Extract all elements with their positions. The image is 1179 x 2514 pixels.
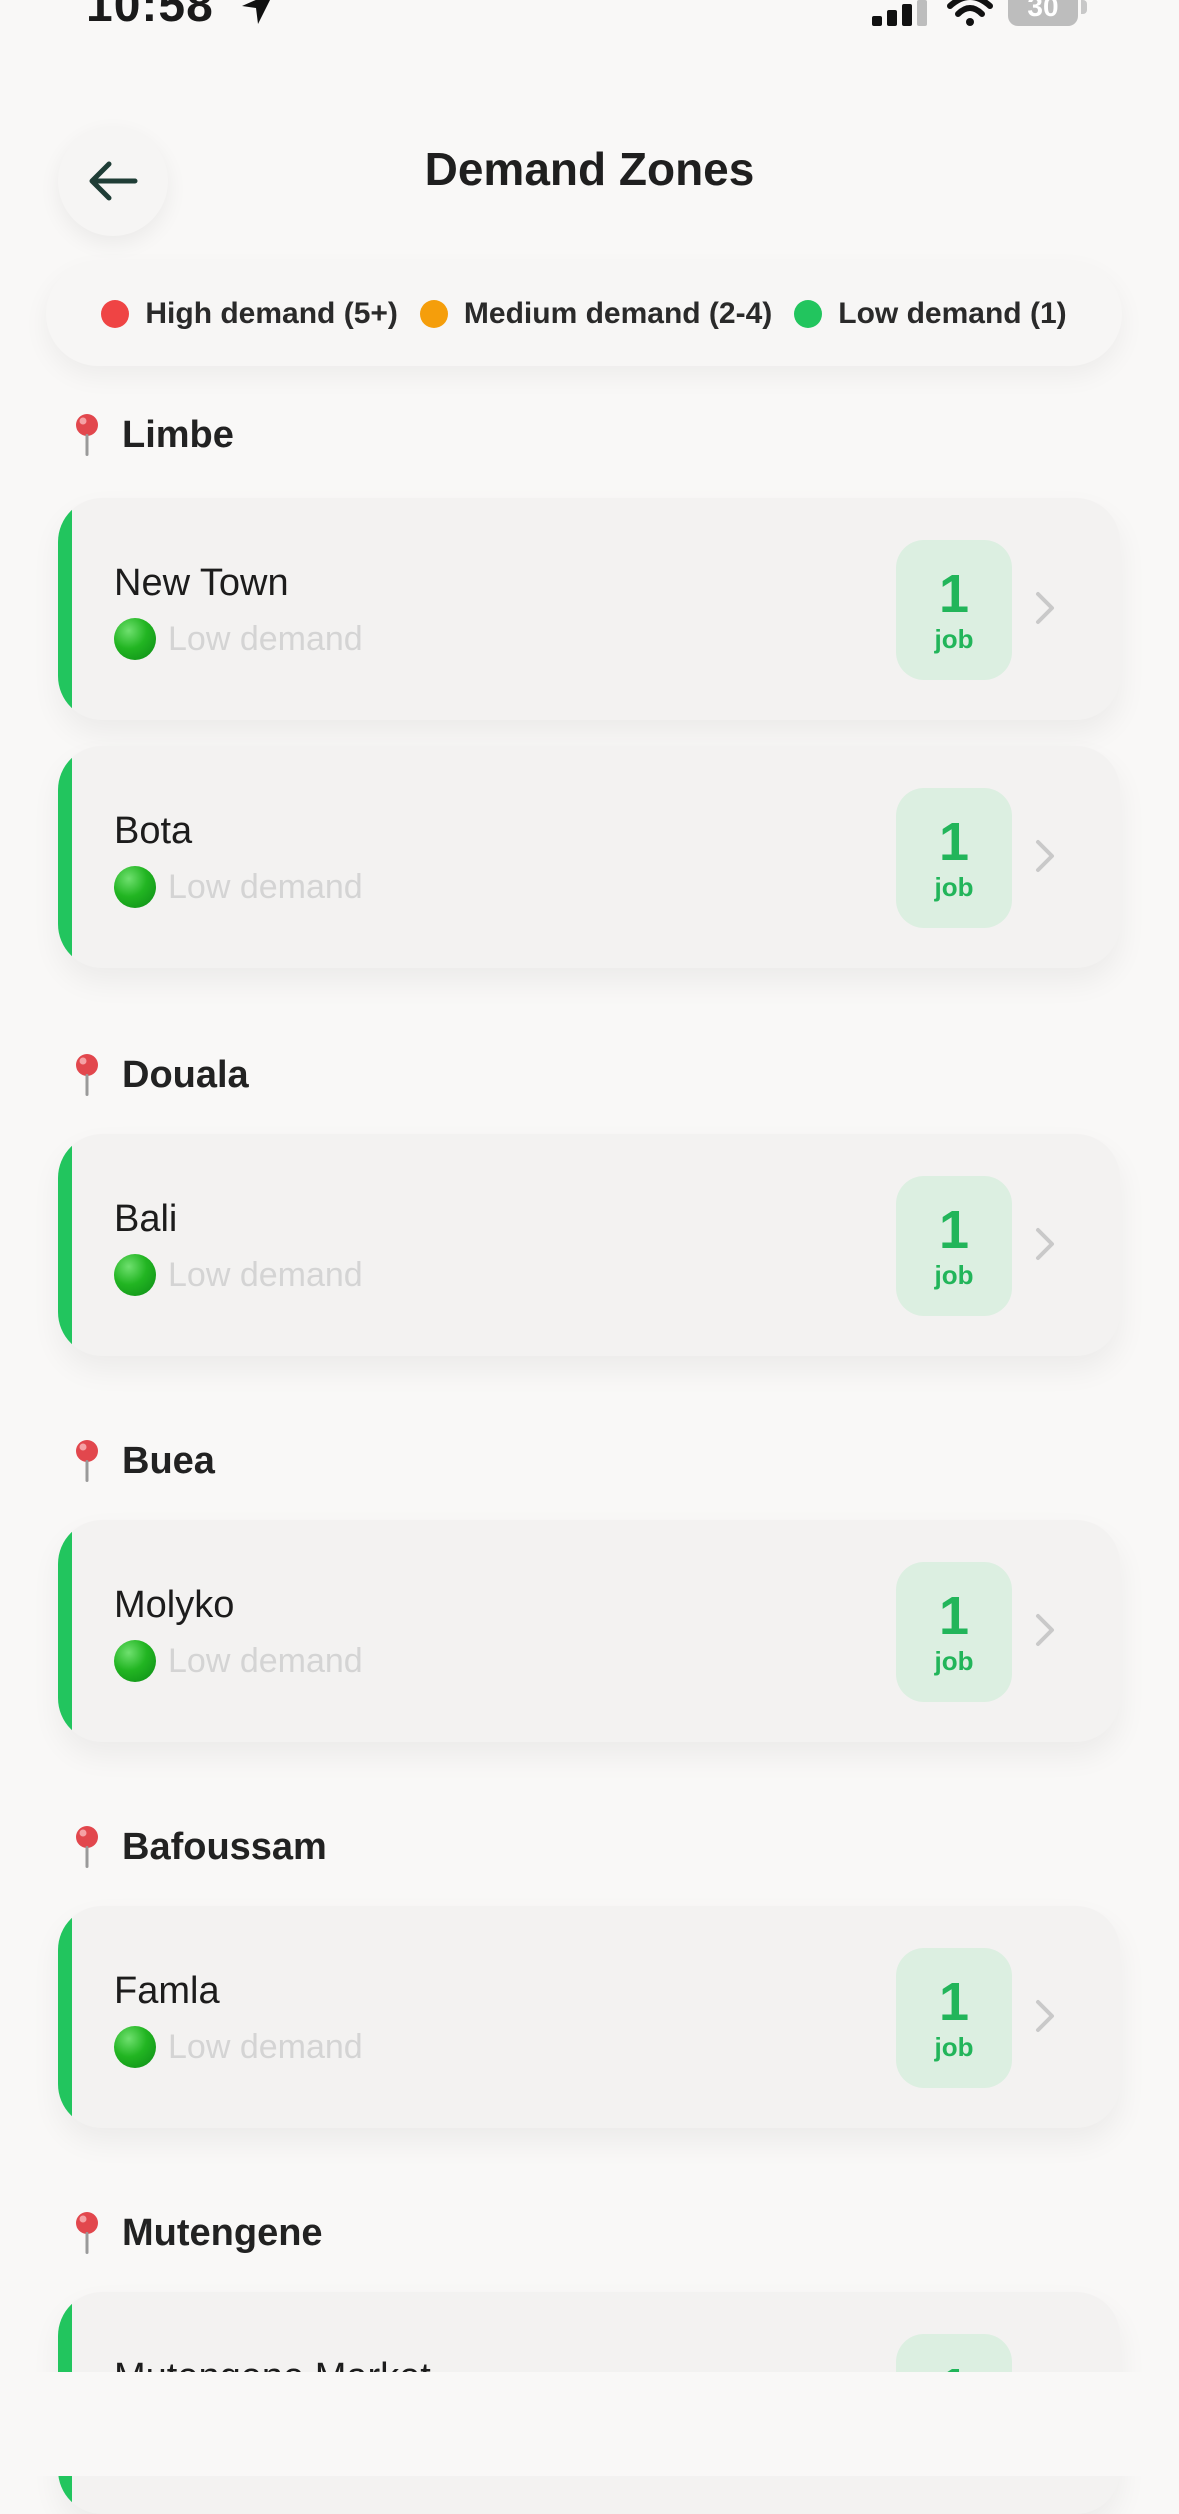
job-count: 1: [938, 1200, 970, 1260]
job-unit-label: job: [934, 1646, 974, 1676]
chevron-right-icon: [1036, 2000, 1054, 2032]
section-city: Douala: [122, 1053, 249, 1096]
zone-card[interactable]: Molyko Low demand 1 job: [58, 1520, 1120, 1742]
demand-accent-bar: [58, 1906, 72, 2128]
cellular-signal-icon: [872, 0, 927, 26]
job-count: 1: [938, 812, 970, 872]
green-circle-icon: [114, 618, 156, 660]
demand-accent-bar: [58, 1520, 72, 1742]
demand-accent-bar: [58, 1134, 72, 1356]
section-header-bafoussam: Bafoussam: [70, 1824, 327, 1870]
pin-icon: [76, 1054, 98, 1096]
legend-label: High demand (5+): [145, 297, 398, 330]
bottom-safe-area: [0, 2372, 1179, 2476]
zone-status: Low demand: [114, 1254, 363, 1296]
section-city: Limbe: [122, 413, 234, 456]
legend-item: High demand (5+): [101, 297, 398, 331]
job-count-badge: 1job: [896, 1562, 1012, 1702]
job-unit-label: job: [934, 624, 974, 654]
battery-level: 30: [1027, 0, 1059, 22]
zone-status: Low demand: [114, 1640, 363, 1682]
job-count: 1: [938, 564, 970, 624]
battery-indicator: 30: [1008, 0, 1088, 26]
zone-name: Famla: [114, 1970, 220, 2012]
pin-icon: [76, 2212, 98, 2254]
zone-name: Molyko: [114, 1584, 235, 1626]
location-arrow-icon: [242, 0, 270, 24]
section-city: Bafoussam: [122, 1825, 327, 1868]
green-circle-icon: [114, 2026, 156, 2068]
legend-dot-icon: [101, 300, 130, 328]
demand-status-text: Low demand: [168, 1255, 363, 1294]
job-unit-label: job: [934, 1260, 974, 1290]
demand-accent-bar: [58, 746, 72, 968]
demand-accent-bar: [58, 498, 72, 720]
zone-name: New Town: [114, 562, 289, 604]
section-header-limbe: Limbe: [70, 412, 234, 458]
battery-cap: [1081, 0, 1087, 14]
section-city: Buea: [122, 1439, 215, 1482]
green-circle-icon: [114, 866, 156, 908]
zone-card[interactable]: Bali Low demand 1 job: [58, 1134, 1120, 1356]
zone-name: Bota: [114, 810, 193, 852]
job-count-badge: 1job: [896, 788, 1012, 928]
wifi-icon: [947, 0, 993, 26]
job-count: 1: [938, 1586, 970, 1646]
job-unit-label: job: [934, 2032, 974, 2062]
chevron-right-icon: [1036, 1228, 1054, 1260]
legend-item: Low demand (1): [794, 297, 1067, 331]
legend-label: Low demand (1): [838, 297, 1067, 330]
zone-card[interactable]: Famla Low demand 1 job: [58, 1906, 1120, 2128]
section-city: Mutengene: [122, 2211, 323, 2254]
zone-card[interactable]: New Town Low demand 1 job: [58, 498, 1120, 720]
legend-dot-icon: [419, 300, 448, 328]
legend-label: Medium demand (2-4): [463, 297, 773, 330]
status-time: 10:58: [86, 0, 214, 32]
pin-icon: [76, 1826, 98, 1868]
job-count-badge: 1job: [896, 540, 1012, 680]
zone-status: Low demand: [114, 2026, 363, 2068]
chevron-right-icon: [1036, 592, 1054, 624]
green-circle-icon: [114, 1254, 156, 1296]
legend-dot-icon: [794, 300, 823, 328]
job-count-badge: 1job: [896, 1176, 1012, 1316]
demand-status-text: Low demand: [168, 1641, 363, 1680]
legend-item: Medium demand (2-4): [419, 297, 773, 331]
pin-icon: [76, 1440, 98, 1482]
zone-name: Bali: [114, 1198, 178, 1240]
section-header-buea: Buea: [70, 1438, 215, 1484]
chevron-right-icon: [1036, 840, 1054, 872]
section-header-douala: Douala: [70, 1052, 249, 1098]
section-header-mutengene: Mutengene: [70, 2210, 323, 2256]
pin-icon: [76, 414, 98, 456]
demand-status-text: Low demand: [168, 867, 363, 906]
job-unit-label: job: [934, 872, 974, 902]
job-count-badge: 1job: [896, 1948, 1012, 2088]
green-circle-icon: [114, 1640, 156, 1682]
zone-status: Low demand: [114, 618, 363, 660]
job-count: 1: [938, 1972, 970, 2032]
demand-legend: High demand (5+) Medium demand (2-4) Low d…: [46, 262, 1122, 366]
demand-status-text: Low demand: [168, 619, 363, 658]
zone-card[interactable]: Bota Low demand 1 job: [58, 746, 1120, 968]
zone-status: Low demand: [114, 866, 363, 908]
chevron-right-icon: [1036, 1614, 1054, 1646]
page-title: Demand Zones: [424, 143, 755, 195]
demand-status-text: Low demand: [168, 2027, 363, 2066]
status-bar: 10:58 30: [0, 0, 1179, 40]
